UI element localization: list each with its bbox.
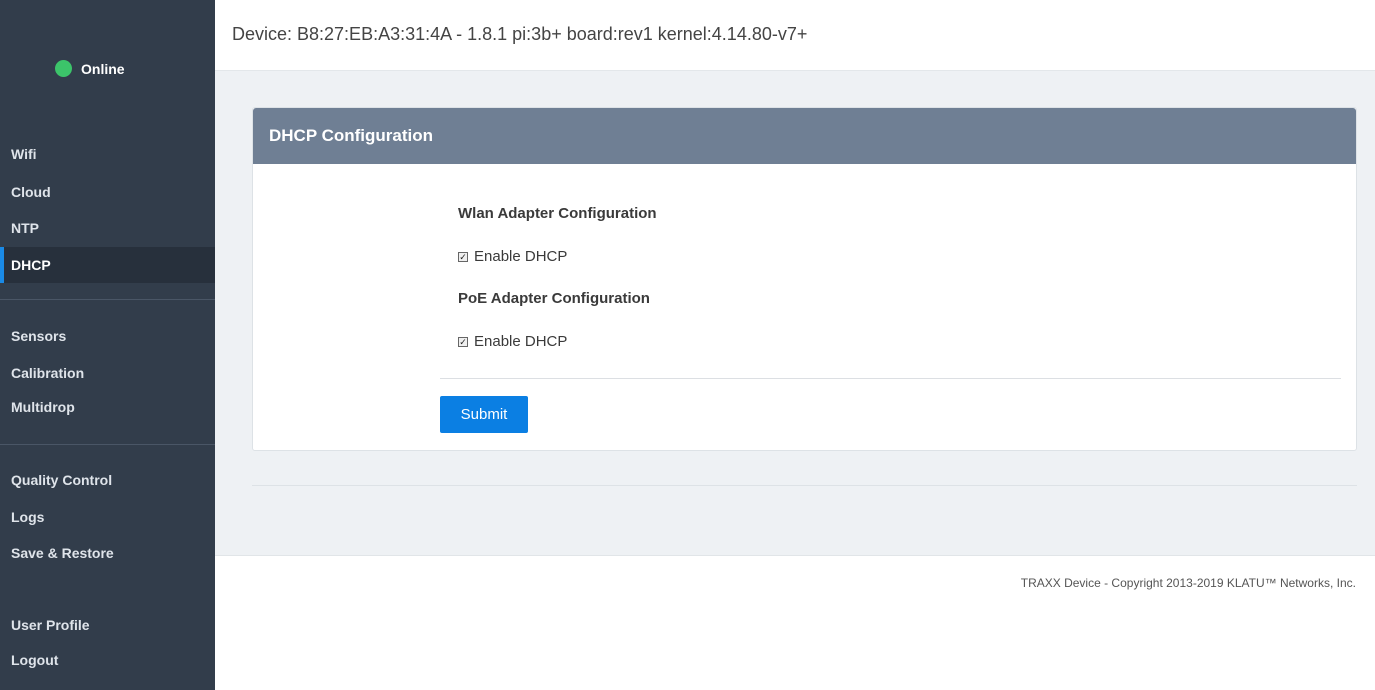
sidebar-divider bbox=[0, 444, 215, 445]
sidebar-item-ntp[interactable]: NTP bbox=[0, 210, 215, 246]
wlan-enable-dhcp-row[interactable]: ✓ Enable DHCP bbox=[458, 248, 567, 265]
sidebar-item-calibration[interactable]: Calibration bbox=[0, 355, 215, 391]
poe-section-title: PoE Adapter Configuration bbox=[458, 290, 650, 307]
header: Device: B8:27:EB:A3:31:4A - 1.8.1 pi:3b+… bbox=[215, 0, 1375, 71]
poe-enable-dhcp-row[interactable]: ✓ Enable DHCP bbox=[458, 333, 567, 350]
device-title: Device: B8:27:EB:A3:31:4A - 1.8.1 pi:3b+… bbox=[232, 24, 808, 44]
panel-title: DHCP Configuration bbox=[253, 108, 1356, 164]
sidebar-item-cloud[interactable]: Cloud bbox=[0, 174, 215, 210]
sidebar-item-save-restore[interactable]: Save & Restore bbox=[0, 535, 215, 571]
content-divider bbox=[252, 485, 1357, 486]
sidebar-item-multidrop[interactable]: Multidrop bbox=[0, 389, 215, 425]
submit-button[interactable]: Submit bbox=[440, 396, 528, 433]
sidebar: Online Wifi Cloud NTP DHCP Sensors Calib… bbox=[0, 0, 215, 690]
main-content: DHCP Configuration Wlan Adapter Configur… bbox=[215, 71, 1375, 556]
panel-divider bbox=[440, 378, 1341, 379]
sidebar-divider bbox=[0, 299, 215, 300]
sidebar-item-wifi[interactable]: Wifi bbox=[0, 136, 215, 172]
poe-enable-dhcp-checkbox[interactable]: ✓ bbox=[458, 336, 468, 347]
status-indicator-icon bbox=[55, 60, 72, 77]
sidebar-item-sensors[interactable]: Sensors bbox=[0, 318, 215, 354]
wlan-enable-dhcp-checkbox[interactable]: ✓ bbox=[458, 251, 468, 262]
sidebar-item-quality-control[interactable]: Quality Control bbox=[0, 462, 215, 498]
wlan-section-title: Wlan Adapter Configuration bbox=[458, 205, 657, 222]
online-status: Online bbox=[55, 60, 125, 77]
sidebar-item-dhcp[interactable]: DHCP bbox=[0, 247, 215, 283]
footer-copyright: TRAXX Device - Copyright 2013-2019 KLATU… bbox=[1020, 576, 1356, 590]
sidebar-item-logout[interactable]: Logout bbox=[0, 642, 215, 678]
wlan-enable-dhcp-label: Enable DHCP bbox=[474, 248, 568, 265]
status-label: Online bbox=[81, 60, 125, 77]
sidebar-item-user-profile[interactable]: User Profile bbox=[0, 607, 215, 643]
poe-enable-dhcp-label: Enable DHCP bbox=[474, 333, 568, 350]
dhcp-config-panel: DHCP Configuration Wlan Adapter Configur… bbox=[252, 107, 1357, 451]
sidebar-item-logs[interactable]: Logs bbox=[0, 499, 215, 535]
